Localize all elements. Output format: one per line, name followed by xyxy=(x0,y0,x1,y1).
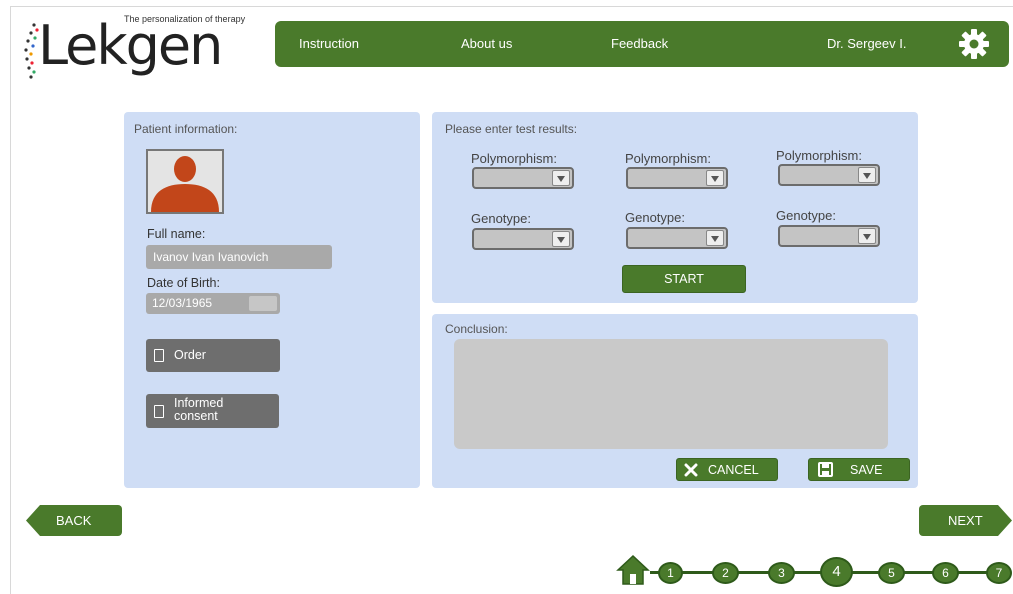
step-5[interactable]: 5 xyxy=(878,562,905,584)
back-button[interactable]: BACK xyxy=(26,505,122,536)
calendar-icon[interactable] xyxy=(249,296,277,311)
dob-field[interactable]: 12/03/1965 xyxy=(146,293,280,314)
document-icon xyxy=(154,405,164,418)
cancel-button[interactable]: CANCEL xyxy=(676,458,778,481)
save-button[interactable]: SAVE xyxy=(808,458,910,481)
patient-section-label: Patient information: xyxy=(134,122,238,136)
consent-button-label: Informed consent xyxy=(174,396,224,423)
genotype-select-1[interactable] xyxy=(472,228,574,250)
top-navigation: Instruction About us Feedback Dr. Sergee… xyxy=(275,21,1009,67)
polymorphism-select-3[interactable] xyxy=(778,164,880,186)
polymorphism-select-2[interactable] xyxy=(626,167,728,189)
genotype-select-2[interactable] xyxy=(626,227,728,249)
polymorphism-label-2: Polymorphism: xyxy=(625,151,711,166)
genotype-label-3: Genotype: xyxy=(776,208,836,223)
genotype-label-2: Genotype: xyxy=(625,210,685,225)
save-button-label: SAVE xyxy=(850,463,883,477)
full-name-label: Full name: xyxy=(147,227,206,241)
polymorphism-label-3: Polymorphism: xyxy=(776,148,862,163)
full-name-field[interactable]: Ivanov Ivan Ivanovich xyxy=(146,245,332,269)
cancel-button-label: CANCEL xyxy=(708,463,759,477)
close-icon xyxy=(684,463,698,477)
start-button[interactable]: START xyxy=(622,265,746,293)
logo-wordmark: Lekgen xyxy=(38,14,223,77)
genotype-label-1: Genotype: xyxy=(471,211,531,226)
chevron-down-icon xyxy=(552,231,570,247)
chevron-down-icon xyxy=(858,167,876,183)
step-7[interactable]: 7 xyxy=(986,562,1012,584)
test-results-label: Please enter test results: xyxy=(445,122,578,136)
polymorphism-label-1: Polymorphism: xyxy=(471,151,557,166)
nav-feedback-link[interactable]: Feedback xyxy=(611,36,668,51)
genotype-select-3[interactable] xyxy=(778,225,880,247)
gear-icon[interactable] xyxy=(958,28,990,60)
chevron-down-icon xyxy=(706,230,724,246)
polymorphism-select-1[interactable] xyxy=(472,167,574,189)
person-silhouette-icon xyxy=(151,156,219,212)
dob-label: Date of Birth: xyxy=(147,276,220,290)
logo: Lekgen The personalization of therapy xyxy=(20,14,275,80)
informed-consent-button[interactable]: Informed consent xyxy=(146,394,279,428)
conclusion-textarea[interactable] xyxy=(454,339,888,449)
floppy-disk-icon xyxy=(818,462,833,477)
step-3[interactable]: 3 xyxy=(768,562,795,584)
user-name-link[interactable]: Dr. Sergeev I. xyxy=(827,36,906,51)
step-6[interactable]: 6 xyxy=(932,562,959,584)
chevron-down-icon xyxy=(552,170,570,186)
back-button-label: BACK xyxy=(56,513,92,528)
home-icon[interactable] xyxy=(616,554,650,586)
patient-avatar xyxy=(146,149,224,214)
order-button-label: Order xyxy=(174,348,206,362)
chevron-down-icon xyxy=(706,170,724,186)
next-button[interactable]: NEXT xyxy=(919,505,1012,536)
nav-instruction-link[interactable]: Instruction xyxy=(299,36,359,51)
order-button[interactable]: Order xyxy=(146,339,280,372)
nav-about-link[interactable]: About us xyxy=(461,36,512,51)
next-button-label: NEXT xyxy=(948,513,983,528)
logo-tagline: The personalization of therapy xyxy=(124,14,246,24)
document-icon xyxy=(154,349,164,362)
step-4-current[interactable]: 4 xyxy=(820,557,853,587)
dob-value: 12/03/1965 xyxy=(152,296,213,310)
chevron-down-icon xyxy=(858,228,876,244)
step-2[interactable]: 2 xyxy=(712,562,739,584)
step-1[interactable]: 1 xyxy=(658,562,683,584)
conclusion-label: Conclusion: xyxy=(445,322,508,336)
